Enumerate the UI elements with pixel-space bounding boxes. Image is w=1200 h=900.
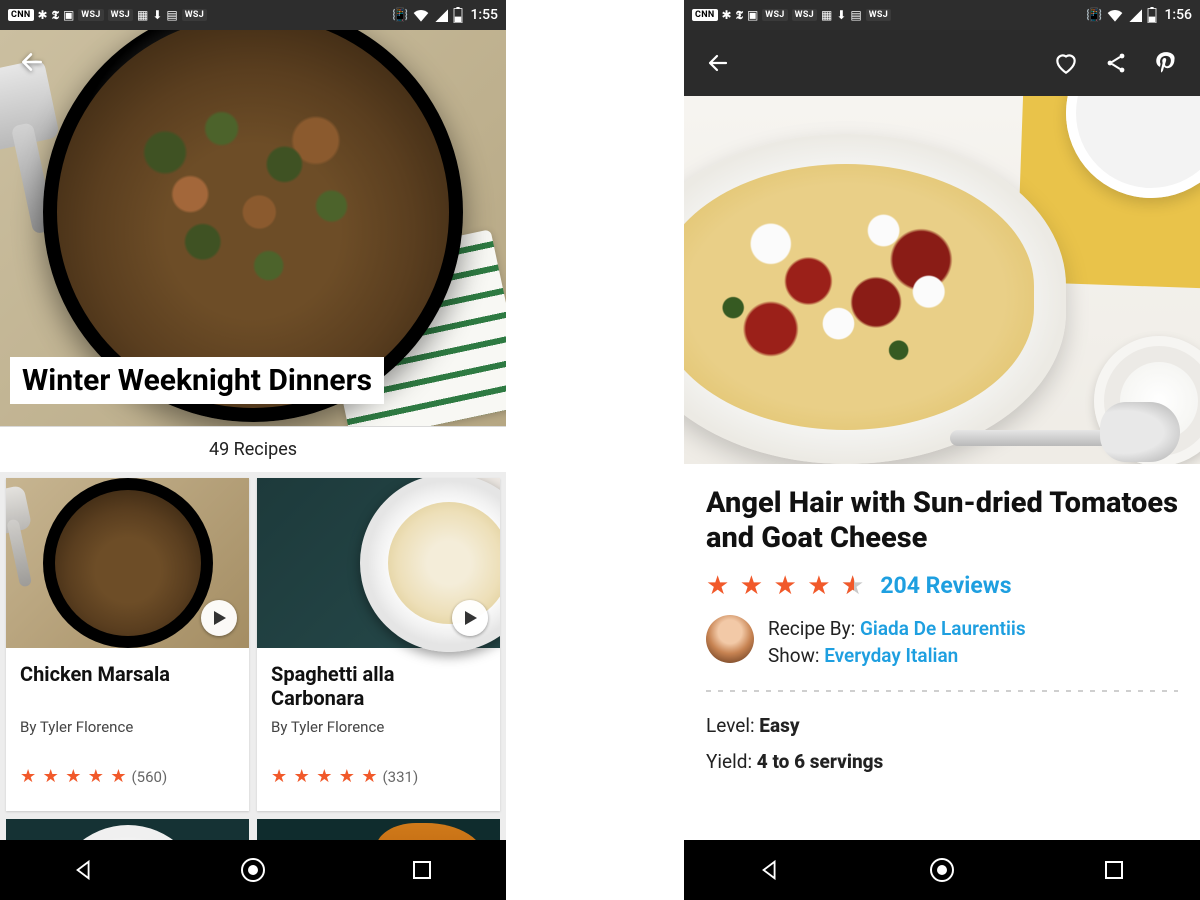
- status-notification-icons: CNN ✱ 𝕿 ▣ WSJ WSJ ▦ ⬇ ▤ WSJ: [692, 8, 891, 23]
- recipe-card-author: By Tyler Florence: [20, 718, 235, 736]
- recipe-card-image: [6, 478, 249, 648]
- recipe-card-image: [257, 478, 500, 648]
- hero-image[interactable]: Winter Weeknight Dinners: [0, 30, 506, 426]
- collection-screen: Winter Weeknight Dinners 49 Recipes Chic…: [0, 30, 506, 840]
- recipe-card-title: Spaghetti alla Carbonara: [271, 662, 486, 712]
- app-bar: [684, 30, 1200, 96]
- wifi-icon: [413, 8, 429, 22]
- vibrate-icon: 📳: [1086, 8, 1102, 23]
- nav-back-button[interactable]: [68, 854, 100, 886]
- status-time: 1:56: [1164, 7, 1192, 23]
- recipe-count: 49 Recipes: [0, 426, 506, 472]
- yield-row: Yield: 4 to 6 servings: [706, 744, 1178, 780]
- reviews-link[interactable]: 204 Reviews: [880, 572, 1011, 599]
- back-button[interactable]: [698, 43, 738, 83]
- recipe-card-rating: ★ ★ ★ ★ ★ (560): [20, 766, 235, 801]
- author-avatar[interactable]: [706, 615, 754, 663]
- show-link[interactable]: Everyday Italian: [824, 644, 958, 667]
- vibrate-icon: 📳: [392, 8, 408, 23]
- wifi-icon: [1107, 8, 1123, 22]
- star-rating-icon: ★ ★ ★ ★ ★: [706, 571, 866, 601]
- nav-home-button[interactable]: [237, 854, 269, 886]
- status-system-icons: 📳 1:56: [1086, 7, 1192, 23]
- nav-recent-button[interactable]: [1098, 854, 1130, 886]
- star-rating-icon: ★ ★ ★ ★ ★: [271, 766, 379, 787]
- author-link[interactable]: Giada De Laurentiis: [860, 617, 1026, 640]
- show-line: Show: Everyday Italian: [768, 642, 1026, 670]
- recipe-by-line: Recipe By: Giada De Laurentiis: [768, 615, 1026, 643]
- share-button[interactable]: [1096, 43, 1136, 83]
- play-icon[interactable]: [201, 600, 237, 636]
- recipe-hero-image[interactable]: [684, 96, 1200, 464]
- review-count: (560): [132, 768, 168, 786]
- status-bar: CNN ✱ 𝕿 ▣ WSJ WSJ ▦ ⬇ ▤ WSJ 📳 1:55: [0, 0, 506, 30]
- android-nav-bar: [0, 840, 506, 900]
- nav-home-button[interactable]: [926, 854, 958, 886]
- recipe-card-rating: ★ ★ ★ ★ ★ (331): [271, 766, 486, 801]
- pinterest-button[interactable]: [1146, 43, 1186, 83]
- recipe-card[interactable]: Chicken Marsala By Tyler Florence ★ ★ ★ …: [6, 478, 249, 811]
- nav-recent-button[interactable]: [406, 854, 438, 886]
- battery-icon: [453, 7, 463, 23]
- status-notification-icons: CNN ✱ 𝕿 ▣ WSJ WSJ ▦ ⬇ ▤ WSJ: [8, 8, 207, 23]
- cell-signal-icon: [434, 8, 448, 22]
- recipe-screen: Angel Hair with Sun-dried Tomatoes and G…: [684, 96, 1200, 840]
- favorite-button[interactable]: [1046, 43, 1086, 83]
- status-time: 1:55: [470, 7, 498, 23]
- play-icon[interactable]: [452, 600, 488, 636]
- recipe-card-peek[interactable]: [257, 819, 500, 840]
- android-nav-bar: [684, 840, 1200, 900]
- recipe-card-author: By Tyler Florence: [271, 718, 486, 736]
- phone-left-screenshot: CNN ✱ 𝕿 ▣ WSJ WSJ ▦ ⬇ ▤ WSJ 📳 1:55: [0, 0, 506, 900]
- battery-icon: [1147, 7, 1157, 23]
- recipe-title: Angel Hair with Sun-dried Tomatoes and G…: [706, 486, 1178, 557]
- cell-signal-icon: [1128, 8, 1142, 22]
- level-row: Level: Easy: [706, 708, 1178, 744]
- recipe-card-title: Chicken Marsala: [20, 662, 235, 712]
- star-rating-icon: ★ ★ ★ ★ ★: [20, 766, 128, 787]
- recipe-card-peek[interactable]: [6, 819, 249, 840]
- phone-right-screenshot: CNN ✱ 𝕿 ▣ WSJ WSJ ▦ ⬇ ▤ WSJ 📳 1:56: [684, 0, 1200, 900]
- nav-back-button[interactable]: [754, 854, 786, 886]
- review-count: (331): [383, 768, 419, 786]
- back-button[interactable]: [14, 44, 50, 80]
- status-system-icons: 📳 1:55: [392, 7, 498, 23]
- hero-title: Winter Weeknight Dinners: [10, 357, 384, 404]
- recipe-card[interactable]: Spaghetti alla Carbonara By Tyler Floren…: [257, 478, 500, 811]
- status-bar: CNN ✱ 𝕿 ▣ WSJ WSJ ▦ ⬇ ▤ WSJ 📳 1:56: [684, 0, 1200, 30]
- bottom-fade: [684, 814, 1200, 840]
